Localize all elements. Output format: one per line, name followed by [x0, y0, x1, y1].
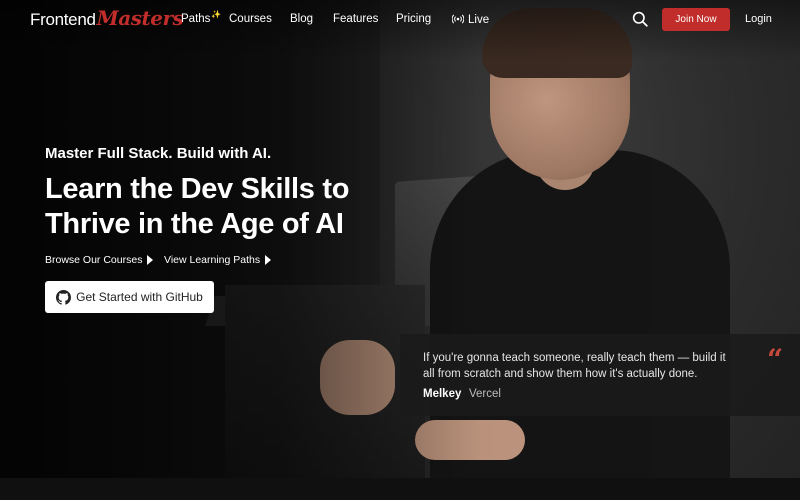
- hero-eyebrow: Master Full Stack. Build with AI.: [45, 145, 272, 162]
- link-label: View Learning Paths: [164, 254, 261, 266]
- logo-text-frontend: Frontend: [30, 10, 96, 29]
- bottom-strip: [0, 478, 800, 500]
- join-now-button[interactable]: Join Now: [662, 8, 730, 31]
- github-button-label: Get Started with GitHub: [76, 290, 203, 304]
- nav-item-courses[interactable]: Courses: [229, 13, 272, 25]
- quote-icon: “: [767, 343, 784, 376]
- view-learning-paths-link[interactable]: View Learning Paths: [164, 254, 272, 266]
- search-icon[interactable]: [632, 11, 648, 27]
- nav-item-paths[interactable]: Paths✨: [181, 10, 222, 25]
- nav-item-live[interactable]: Live: [452, 13, 489, 26]
- testimonial-company: Vercel: [469, 388, 501, 400]
- logo-text-masters: Masters: [96, 6, 184, 30]
- testimonial-card: If you're gonna teach someone, really te…: [400, 334, 800, 416]
- testimonial-quote: If you're gonna teach someone, really te…: [423, 352, 726, 380]
- nav-item-features[interactable]: Features: [333, 13, 378, 25]
- site-logo[interactable]: Frontend Masters: [30, 6, 184, 30]
- play-arrow-icon: [147, 255, 154, 265]
- nav-item-label: Live: [468, 14, 490, 26]
- sparkle-icon: ✨: [211, 10, 222, 19]
- login-link[interactable]: Login: [745, 13, 772, 25]
- broadcast-icon: [452, 14, 464, 24]
- github-icon: [56, 289, 72, 305]
- github-signup-button[interactable]: Get Started with GitHub: [45, 281, 214, 313]
- nav-item-blog[interactable]: Blog: [290, 13, 313, 25]
- browse-courses-link[interactable]: Browse Our Courses: [45, 254, 154, 266]
- testimonial-name: Melkey: [423, 388, 462, 400]
- nav-item-pricing[interactable]: Pricing: [396, 13, 431, 25]
- top-nav: Frontend Masters Paths✨ Courses Blog Fea…: [0, 0, 800, 40]
- hero-headline: Learn the Dev Skills to Thrive in the Ag…: [45, 173, 350, 240]
- link-label: Browse Our Courses: [45, 254, 143, 266]
- play-arrow-icon: [265, 255, 272, 265]
- nav-item-label: Paths: [181, 13, 211, 25]
